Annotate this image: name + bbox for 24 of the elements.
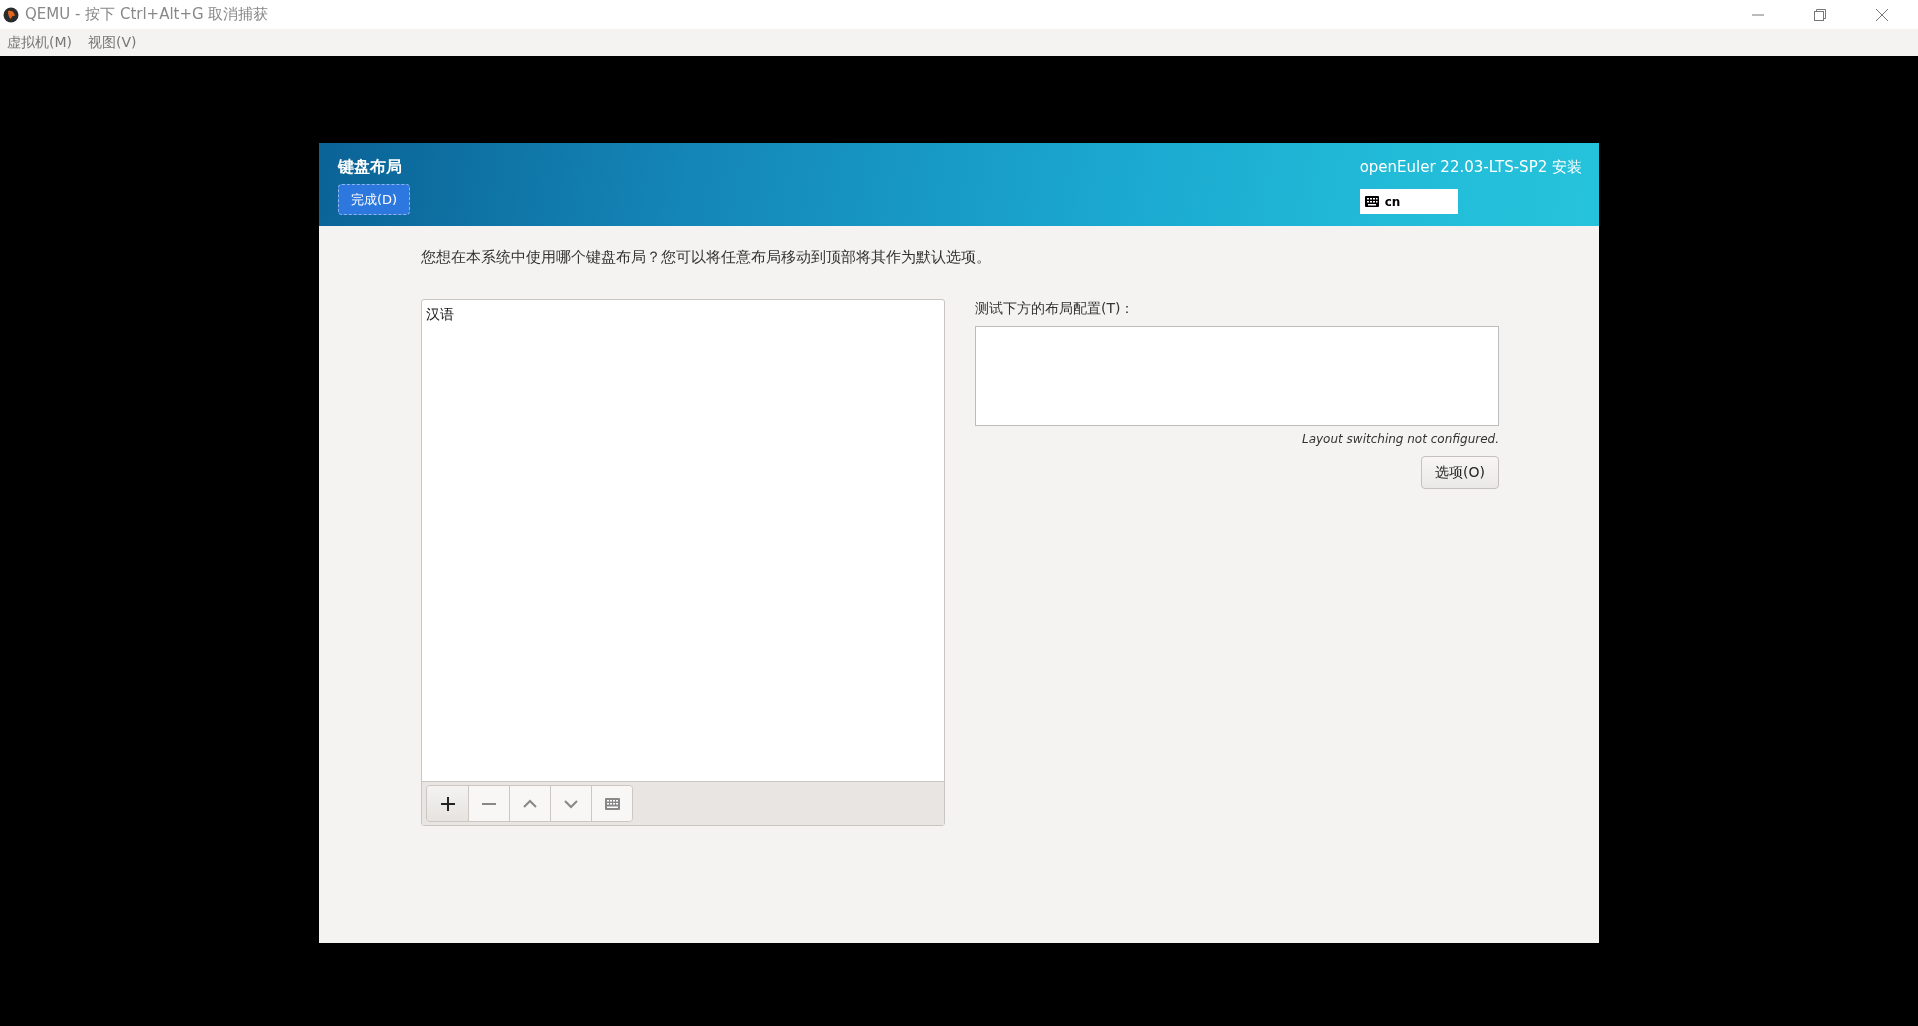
page-title: 键盘布局 [338, 157, 402, 178]
preview-button[interactable] [591, 786, 632, 821]
move-up-button[interactable] [509, 786, 550, 821]
keyboard-indicator[interactable]: cn [1359, 189, 1458, 214]
test-field-label: 测试下方的布局配置(T)： [975, 300, 1135, 318]
menu-item[interactable]: 虚拟机(M) [7, 33, 72, 52]
product-title: openEuler 22.03-LTS-SP2 安装 [1359, 158, 1582, 177]
done-button[interactable]: 完成(D) [338, 184, 411, 215]
options-button[interactable]: 选项(O) [1421, 456, 1499, 489]
close-icon[interactable] [1876, 8, 1888, 21]
menu-item[interactable]: 视图(V) [88, 33, 137, 52]
move-down-button[interactable] [550, 786, 591, 821]
test-field[interactable] [975, 326, 1499, 426]
layout-item[interactable]: 汉语 [426, 305, 940, 325]
window-title: QEMU - 按下 Ctrl+Alt+G 取消捕获 [25, 5, 269, 24]
app-logo-icon [3, 6, 19, 23]
layout-switching-note: Layout switching not configured. [1301, 432, 1499, 446]
add-button[interactable] [427, 786, 468, 821]
question-text: 您想在本系统中使用哪个键盘布局？您可以将任意布局移动到顶部将其作为默认选项。 [421, 248, 992, 267]
plus-icon [440, 796, 455, 811]
keyboard-icon [1364, 196, 1379, 207]
restore-icon[interactable] [1814, 8, 1826, 21]
keyboard-icon [604, 797, 620, 810]
minus-icon [482, 802, 496, 805]
